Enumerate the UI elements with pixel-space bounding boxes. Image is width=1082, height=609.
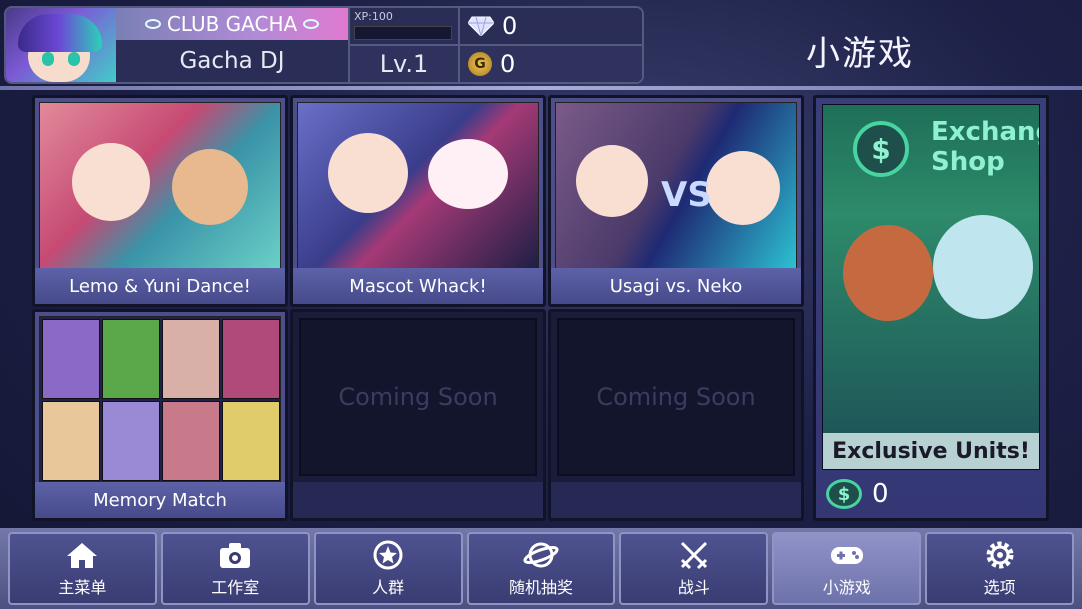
page-title: 小游戏 <box>806 34 914 74</box>
camera-icon <box>220 542 251 568</box>
money-icon: $ <box>826 479 862 509</box>
divider <box>0 86 1082 90</box>
nav-minigames[interactable]: 小游戏 <box>772 532 922 605</box>
nav-label: 小游戏 <box>822 577 871 597</box>
game-card-mascot-whack[interactable]: Mascot Whack! <box>290 95 546 307</box>
home-icon <box>67 542 98 568</box>
xp-bar <box>354 26 452 40</box>
exclusive-units-banner: Exclusive Units! <box>823 433 1039 469</box>
shop-title: Exchange Shop <box>931 117 1039 177</box>
name-block: CLUB GACHA Gacha DJ <box>116 8 348 82</box>
exchange-shop-card[interactable]: $ Exchange Shop Exclusive Units! $ 0 <box>813 95 1049 521</box>
nav-label: 人群 <box>372 577 405 597</box>
nav-studio[interactable]: 工作室 <box>160 532 310 605</box>
game-label <box>551 482 801 518</box>
character-art <box>843 225 933 321</box>
money-icon: $ <box>853 121 909 177</box>
game-card-coming-soon: Coming Soon <box>290 309 546 521</box>
avatar-hair <box>18 14 102 52</box>
token-count: 0 <box>872 479 889 509</box>
game-label: Lemo & Yuni Dance! <box>35 268 285 304</box>
shop-art: $ Exchange Shop Exclusive Units! <box>822 104 1040 470</box>
game-label: Memory Match <box>35 482 285 518</box>
swords-icon <box>680 541 707 569</box>
memory-tile <box>102 401 160 481</box>
diamond-row[interactable]: 0 <box>460 8 642 44</box>
game-card-memory-match[interactable]: Memory Match <box>32 309 288 521</box>
nav-label: 战斗 <box>677 577 710 597</box>
player-avatar[interactable] <box>6 8 116 82</box>
game-label: Usagi vs. Neko <box>551 268 801 304</box>
character-art <box>172 149 248 225</box>
coming-soon-text: Coming Soon <box>557 318 795 476</box>
game-card-usagi-neko[interactable]: VS Usagi vs. Neko <box>548 95 804 307</box>
game-art <box>39 316 281 483</box>
gamepad-icon <box>830 546 863 564</box>
game-card-coming-soon: Coming Soon <box>548 309 804 521</box>
nav-main-menu[interactable]: 主菜单 <box>8 532 157 605</box>
planet-icon <box>523 542 559 567</box>
memory-tile <box>42 401 100 481</box>
player-header: CLUB GACHA Gacha DJ XP:100 Lv.1 0 G 0 <box>4 6 644 84</box>
memory-tile <box>42 319 100 399</box>
currency-block: 0 G 0 <box>458 8 642 82</box>
gear-icon <box>986 541 1014 568</box>
xp-label: XP:100 <box>354 10 393 23</box>
character-art <box>328 133 408 213</box>
vs-text: VS <box>661 175 712 215</box>
shop-tokens: $ 0 <box>822 476 1040 512</box>
game-label: Mascot Whack! <box>293 268 543 304</box>
nav-options[interactable]: 选项 <box>925 532 1075 605</box>
memory-tile <box>222 401 280 481</box>
nav-label: 随机抽奖 <box>509 577 574 597</box>
gold-coin-icon: G <box>468 52 492 76</box>
character-art <box>72 143 150 221</box>
memory-tile <box>162 401 220 481</box>
diamond-count: 0 <box>502 12 518 40</box>
player-level: Lv.1 <box>350 44 458 82</box>
xp-block: XP:100 Lv.1 <box>348 8 458 82</box>
planet-icon <box>144 19 161 29</box>
planet-icon <box>303 19 320 29</box>
xp-panel: XP:100 <box>350 8 458 44</box>
gold-count: 0 <box>500 50 516 78</box>
game-art <box>297 102 539 269</box>
memory-tile <box>102 319 160 399</box>
club-badge: CLUB GACHA <box>116 8 348 40</box>
memory-tile <box>162 319 220 399</box>
character-art <box>706 151 780 225</box>
star-icon <box>373 540 403 569</box>
nav-gacha[interactable]: 随机抽奖 <box>466 532 616 605</box>
bottom-nav: 主菜单 工作室 人群 随机抽奖 战斗 小游戏 选项 <box>0 528 1082 609</box>
nav-crowd[interactable]: 人群 <box>313 532 463 605</box>
character-art <box>428 139 508 209</box>
shop-title-line2: Shop <box>931 147 1005 177</box>
memory-tile <box>222 319 280 399</box>
character-art <box>933 215 1033 319</box>
gold-row[interactable]: G 0 <box>460 44 642 82</box>
nav-label: 工作室 <box>211 577 260 597</box>
game-art <box>39 102 281 269</box>
nav-label: 主菜单 <box>58 577 107 597</box>
game-card-lemo-yuni[interactable]: Lemo & Yuni Dance! <box>32 95 288 307</box>
club-name: CLUB GACHA <box>166 12 298 36</box>
shop-title-line1: Exchange <box>931 117 1039 147</box>
avatar-eye <box>68 52 80 66</box>
game-art: VS <box>555 102 797 269</box>
game-label <box>293 482 543 518</box>
avatar-eye <box>42 52 54 66</box>
minigame-grid: Lemo & Yuni Dance! Mascot Whack! VS Usag… <box>32 95 1052 523</box>
diamond-icon <box>468 16 494 36</box>
nav-label: 选项 <box>983 577 1016 597</box>
player-name: Gacha DJ <box>116 40 348 82</box>
nav-battle[interactable]: 战斗 <box>619 532 769 605</box>
character-art <box>576 145 648 217</box>
coming-soon-text: Coming Soon <box>299 318 537 476</box>
